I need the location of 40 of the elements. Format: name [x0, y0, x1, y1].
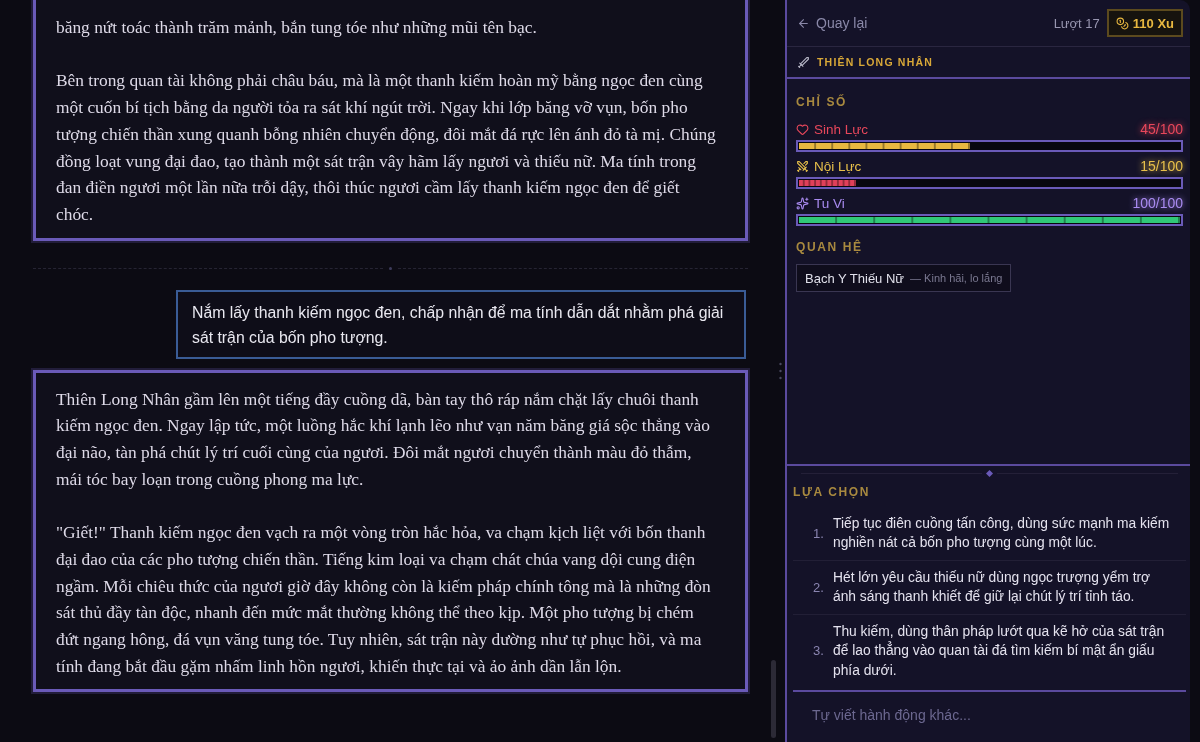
coins-icon — [1115, 16, 1129, 30]
resize-grip-icon[interactable] — [779, 362, 782, 380]
section-heading: QUAN HỆ — [796, 239, 864, 255]
section-heading: CHỈ SỐ — [796, 94, 848, 110]
choice-option[interactable]: 2. Hét lớn yêu cầu thiếu nữ dùng ngọc trượng yểm trợ ánh sáng thanh khiết để giữ lại chút lý trí tỉnh táo. — [793, 560, 1186, 615]
choice-number: 3. — [813, 643, 825, 659]
narration-paragraph: "Giết!" Thanh kiếm ngọc đen vạch ra một vòng tròn hắc hỏa, va chạm kịch liệt với bốn thanh đại đao của các pho tượng chiến thần. Tiếng kim loại va chạm chát chúa vang dội cung điện ngầm. Mỗi chiêu thức của ngươi giờ đây không còn là kiếm pháp chính tông mà là những đòn sát thủ đầy tàn độc, nhanh đến mức mắt thường không thể theo kịp. Một pho tượng bị chém đứt ngang hông, đá vụn văng tung tóe. Tuy nhiên, sát trận này dường như tự phục hồi, và ma tính đang bắt đầu gặm nhấm linh hồn ngươi, khiến thực tại và ảo ảnh dần lẫn lộn. — [56, 521, 712, 678]
heart-icon — [796, 122, 809, 136]
relation-mood: — Kinh hãi, lo lắng — [910, 272, 1003, 284]
sparkles-icon — [796, 196, 809, 210]
stat-value: 100/100 — [1132, 195, 1183, 211]
choice-number: 2. — [813, 579, 825, 595]
diamond-icon — [986, 470, 993, 477]
stat-label: Tu Vi — [814, 195, 845, 211]
choice-text: Hét lớn yêu cầu thiếu nữ dùng ngọc trượng yểm trợ ánh sáng thanh khiết để giữ lại chút lý trí tỉnh táo. — [833, 568, 1152, 606]
stat-label: Nội Lực — [814, 158, 862, 174]
action-input[interactable]: Tự viết hành động khác... — [793, 700, 1186, 730]
choice-option[interactable]: 1. Tiếp tục điên cuồng tấn công, dùng sức mạnh ma kiếm nghiền nát cả bốn pho tượng cùng một lúc. — [793, 506, 1186, 561]
section-heading: LỰA CHỌN — [793, 483, 871, 500]
choice-text: Thu kiếm, dùng thân pháp lướt qua kẽ hở của sát trận để lao thẳng vào quan tài đá tìm kiếm bí mật ẩn giấu phía dưới. — [833, 622, 1166, 680]
dot-icon — [389, 267, 392, 271]
stat-value: 15/100 — [1140, 158, 1183, 174]
stat-value: 45/100 — [1140, 121, 1183, 137]
choice-text: Tiếp tục điên cuồng tấn công, dùng sức mạnh ma kiếm nghiền nát cả bốn pho tượng cùng một lúc. — [833, 514, 1171, 552]
player-action-message: Nắm lấy thanh kiếm ngọc đen, chấp nhận để ma tính dẫn dắt nhằm phá giải sát trận của bốn pho tượng. — [176, 289, 746, 359]
relation-name: Bạch Y Thiếu Nữ — [805, 270, 905, 286]
stat-label: Sinh Lực — [814, 121, 869, 137]
turn-counter: Lượt 17 — [1053, 15, 1100, 31]
narration-paragraph: Thiên Long Nhân gầm lên một tiếng đầy cuồng dã, bàn tay thô ráp nắm chặt lấy chuôi thanh kiếm ngọc đen. Ngay lập tức, một luồng hắc khí lạnh lẽo như vạn năm băng giá sộc thẳng vào đại não, tàn phá chút lý trí cuối cùng của ngươi. Đôi mắt ngươi chuyển thành màu đỏ thẫm, mái tóc bay loạn trong cuồng phong ma lực. — [56, 387, 711, 491]
arrow-left-icon — [797, 16, 810, 30]
character-name: THIÊN LONG NHÂN — [817, 56, 933, 68]
choice-option[interactable]: 3. Thu kiếm, dùng thân pháp lướt qua kẽ hở của sát trận để lao thẳng vào quan tài đá tìm kiếm bí mật ẩn giấu phía dưới. — [793, 614, 1186, 687]
crossed-swords-icon — [796, 159, 809, 173]
sword-icon — [797, 55, 810, 69]
scrollbar-thumb[interactable] — [771, 660, 776, 738]
narration-paragraph: Bên trong quan tài không phải châu báu, mà là một thanh kiếm hoàn mỹ bằng ngọc đen cùng một cuốn bí tịch bằng da người tỏa ra sát khí ngút trời. Ngay khi lớp băng vỡ vụn, bốn pho tượng chiến thần xung quanh bỗng nhiên chuyển động, đôi mắt đá rực lên ánh đỏ tà mị. Chúng đồng loạt vung đại đao, tạo thành một sát trận vây hãm lấy ngươi và thiếu nữ. Ma tính trong đan điền ngươi một lần nữa trỗi dậy, thôi thúc ngươi cầm lấy thanh kiếm ngọc đen để giết chóc. — [56, 69, 717, 226]
back-button[interactable]: Quay lại — [797, 15, 868, 31]
narration-paragraph: băng nứt toác thành trăm mảnh, bắn tung tóe như những mũi tên bạc. — [56, 16, 538, 39]
coin-amount: 110 Xu — [1132, 15, 1174, 31]
choice-number: 1. — [813, 525, 825, 541]
